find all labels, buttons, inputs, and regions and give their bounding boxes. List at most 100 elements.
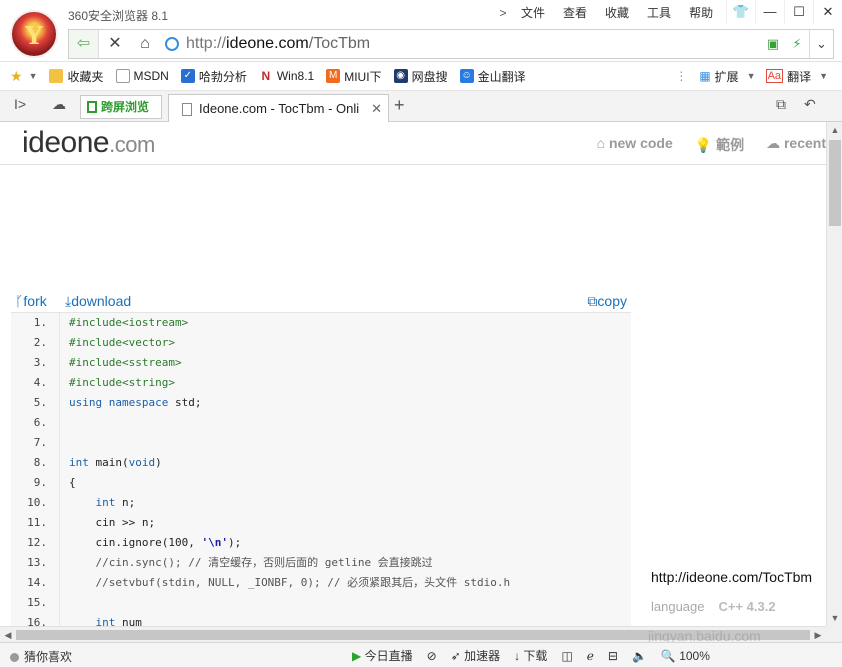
new-tab-button[interactable]: +: [394, 95, 405, 116]
code-text: //cin.sync(); // 清空缓存，否则后面的 getline 会直接跳…: [95, 556, 433, 569]
download-label: download: [71, 293, 132, 309]
info-panel: http://ideone.com/TocTbm language C++ 4.3…: [632, 562, 826, 626]
url-input[interactable]: http://ideone.com/TocTbm: [186, 35, 370, 53]
language-info: language C++ 4.3.2: [651, 599, 776, 614]
nav-recent[interactable]: ☁ recent: [766, 135, 826, 155]
n-logo-icon: N: [258, 69, 273, 83]
line-number: 1.: [33, 316, 47, 329]
source-code-block[interactable]: 1. #include<iostream> 2. #include<vector> 3.…: [11, 312, 631, 626]
play-icon: ▶: [352, 649, 362, 663]
scroll-up-arrow-icon[interactable]: ▲: [827, 122, 842, 138]
translate-button[interactable]: 翻译: [787, 68, 811, 85]
undo-close-icon[interactable]: ↶: [804, 96, 816, 113]
sidebar-toggle-icon[interactable]: I>: [14, 96, 26, 112]
tab-list-icon[interactable]: ⧉: [776, 96, 786, 113]
recommendation-link[interactable]: 猜你喜欢: [10, 648, 72, 665]
code-line: 15.: [11, 593, 631, 613]
vertical-scrollbar[interactable]: ▲ ▼: [826, 122, 842, 626]
zoom-button[interactable]: 🔍 100%: [661, 649, 710, 663]
skin-shirt-icon[interactable]: 👕: [726, 0, 755, 24]
back-button[interactable]: ⇦: [69, 30, 99, 58]
scroll-right-arrow-icon[interactable]: ▶: [810, 627, 826, 643]
close-tab-icon[interactable]: ✕: [371, 95, 382, 123]
code-line: 9. {: [11, 473, 631, 493]
chevron-down-icon[interactable]: ▼: [819, 71, 828, 81]
live-button[interactable]: ▶ 今日直播: [352, 647, 413, 664]
chevron-down-icon[interactable]: ▼: [747, 71, 756, 81]
extensions-grid-icon[interactable]: ▦: [699, 69, 710, 83]
code-text: int num: [95, 616, 142, 626]
line-number: 4.: [33, 376, 47, 389]
lightbulb-icon: 💡: [694, 137, 717, 153]
browser-doctor-icon[interactable]: ⊘: [427, 649, 437, 663]
scroll-down-arrow-icon[interactable]: ▼: [827, 610, 842, 626]
cloud-icon[interactable]: ☁: [52, 96, 66, 113]
sound-icon[interactable]: 🔈: [632, 649, 647, 663]
globe-icon: [165, 37, 179, 51]
favorite-hubble[interactable]: ✓ 哈勃分析: [180, 68, 247, 85]
nav-new-code[interactable]: ⌂ new code: [597, 135, 673, 155]
line-number: 10.: [27, 496, 47, 509]
nav-label: new code: [608, 135, 673, 151]
no-image-icon[interactable]: ⊟: [608, 649, 618, 663]
code-line: 12. cin.ignore(100, '\n');: [11, 533, 631, 553]
security-shield-icon[interactable]: ▣: [761, 30, 785, 58]
download-button[interactable]: ↓ 下载: [514, 647, 547, 664]
status-dot-icon: [10, 653, 19, 662]
line-number: 7.: [33, 436, 47, 449]
code-text: cin >> n;: [69, 516, 156, 529]
nav-samples[interactable]: 💡 範例: [695, 135, 744, 155]
tab-ideone[interactable]: Ideone.com - TocTbm - Onli ✕: [168, 94, 389, 124]
extensions-button[interactable]: 扩展: [715, 68, 739, 85]
favorite-folder[interactable]: 收藏夹: [49, 68, 104, 85]
minimize-button[interactable]: —: [755, 0, 784, 24]
star-icon[interactable]: ★: [10, 68, 23, 85]
favorite-miui[interactable]: M MIUI下: [326, 68, 382, 85]
line-number: 3.: [33, 356, 47, 369]
ideone-logo[interactable]: ideone.com: [22, 126, 155, 160]
favbar-right-tools: ⋮ ▦ 扩展 ▼ Aa 翻译 ▼: [675, 62, 828, 90]
favorite-pan-search[interactable]: ◉ 网盘搜: [393, 68, 448, 85]
menu-view[interactable]: 查看: [554, 4, 596, 22]
site-nav: ⌂ new code 💡 範例 ☁ recent: [575, 135, 826, 155]
menu-favorites[interactable]: 收藏: [596, 4, 638, 22]
line-number: 11.: [27, 516, 47, 529]
favorite-win81[interactable]: N Win8.1: [258, 69, 314, 83]
translate-aa-icon[interactable]: Aa: [765, 69, 784, 83]
menu-tools[interactable]: 工具: [638, 4, 680, 22]
chevron-right-icon[interactable]: >: [494, 4, 512, 22]
download-arrow-icon: ↓: [514, 649, 521, 663]
url-scheme: http://: [186, 35, 227, 52]
menu-file[interactable]: 文件: [512, 4, 554, 22]
maximize-button[interactable]: ☐: [784, 0, 813, 24]
more-dots-icon[interactable]: ⋮: [675, 69, 687, 83]
speed-mode-icon[interactable]: ⚡: [785, 30, 809, 58]
code-line: 1. #include<iostream>: [11, 313, 631, 333]
accelerator-button[interactable]: ➶ 加速器: [451, 647, 500, 664]
close-window-button[interactable]: ✕: [813, 0, 842, 24]
menu-help[interactable]: 帮助: [680, 4, 722, 22]
vertical-scroll-thumb[interactable]: [829, 140, 841, 226]
line-number: 15.: [27, 596, 47, 609]
home-button[interactable]: ⌂: [130, 30, 160, 58]
stop-button[interactable]: ✕: [100, 30, 130, 58]
ie-mode-icon[interactable]: ℯ: [587, 649, 594, 663]
scroll-left-arrow-icon[interactable]: ◀: [0, 627, 16, 643]
split-view-icon[interactable]: ◫: [561, 649, 572, 663]
code-line: 2. #include<vector>: [11, 333, 631, 353]
copy-icon: ⧉: [587, 293, 598, 309]
browser-logo-icon[interactable]: Y: [10, 10, 58, 58]
favorite-msdn[interactable]: MSDN: [115, 69, 169, 83]
favorite-translate[interactable]: ☺ 金山翻译: [459, 68, 526, 85]
fork-link[interactable]: ᚴfork: [15, 293, 47, 309]
chevron-down-icon[interactable]: ⌄: [809, 30, 833, 58]
page-viewport: ideone.com ⌂ new code 💡 範例 ☁ recent ᚴfor…: [0, 122, 826, 626]
tab-cross-screen[interactable]: 跨屏浏览: [80, 95, 162, 119]
chevron-down-icon[interactable]: ▼: [29, 71, 38, 81]
permalink[interactable]: http://ideone.com/TocTbm: [651, 569, 812, 585]
language-label: language: [651, 599, 705, 614]
code-line: 11. cin >> n;: [11, 513, 631, 533]
menu-bar: > 文件 查看 收藏 工具 帮助: [494, 4, 722, 22]
download-link[interactable]: ⤓download: [65, 293, 131, 310]
copy-link[interactable]: ⧉copy: [587, 293, 627, 310]
